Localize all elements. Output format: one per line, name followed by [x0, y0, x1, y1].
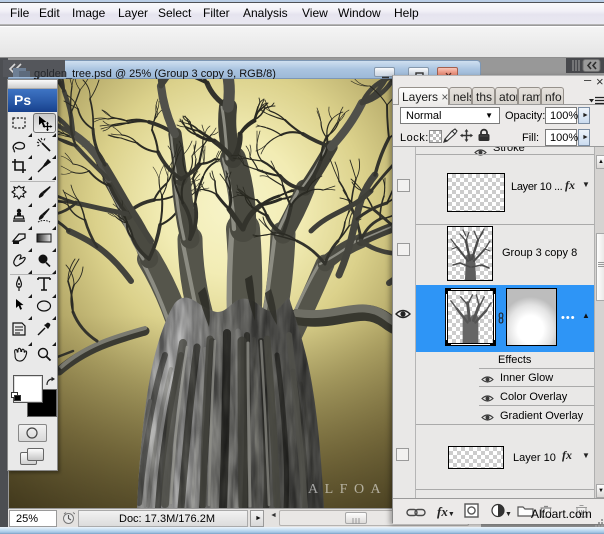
svg-text:ALFOA: ALFOA — [308, 482, 387, 497]
